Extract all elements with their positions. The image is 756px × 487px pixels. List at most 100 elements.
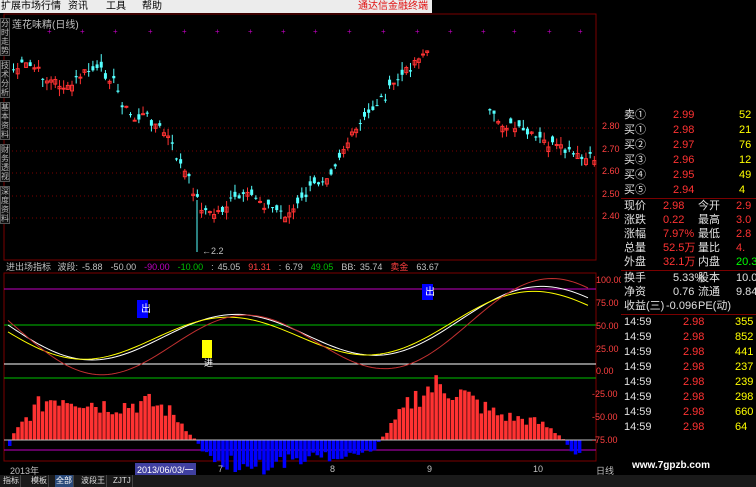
candle-body bbox=[141, 113, 146, 116]
candle-body bbox=[308, 181, 312, 186]
top-marker: + bbox=[148, 27, 153, 36]
tab-template[interactable]: 模板 bbox=[30, 475, 49, 487]
candle-body bbox=[400, 69, 404, 75]
histogram-bar-up bbox=[491, 407, 496, 440]
histogram-bar-up bbox=[188, 434, 192, 440]
histogram-bar-down bbox=[254, 440, 258, 467]
order-book-price: 2.97 bbox=[673, 139, 695, 151]
side-tab-deep[interactable]: 深度资料 bbox=[0, 186, 10, 224]
histogram-bar-down bbox=[364, 440, 369, 451]
indicator-field-value: -90.00 bbox=[144, 262, 170, 272]
histogram-bar-up bbox=[397, 409, 401, 440]
histogram-bar-up bbox=[94, 406, 98, 440]
side-tab-intraday[interactable]: 分时走势 bbox=[0, 18, 10, 56]
indicator-field: 63.67 bbox=[416, 262, 443, 272]
top-marker: + bbox=[448, 27, 453, 36]
stats2-label: 净资 bbox=[624, 286, 646, 298]
candle-body bbox=[137, 114, 141, 120]
tab-zjtj[interactable]: ZJTJ bbox=[112, 475, 133, 487]
timeline-month-7: 7 bbox=[218, 464, 224, 474]
stats-label: 现价 bbox=[624, 200, 646, 212]
candle-body bbox=[91, 66, 95, 71]
tick-volume: 298 bbox=[735, 391, 754, 403]
candle-body bbox=[28, 62, 32, 67]
side-tab-technical[interactable]: 技术分析 bbox=[0, 60, 10, 98]
histogram-bar-up bbox=[61, 400, 65, 440]
histogram-bar-up bbox=[81, 408, 86, 440]
osc-tick-m50: -50.00 bbox=[592, 412, 618, 422]
indicator-field-value: 63.67 bbox=[416, 262, 439, 272]
candle-body bbox=[525, 128, 529, 135]
candle-body bbox=[275, 205, 279, 211]
indicator-field-value: 91.31 bbox=[248, 262, 271, 272]
histogram-bar-down bbox=[196, 440, 201, 444]
histogram-bar-down bbox=[311, 440, 315, 453]
stats2-row: 收益(三) -0.096 PE(动) bbox=[621, 299, 756, 314]
histogram-bar-up bbox=[557, 435, 561, 440]
histogram-bar-up bbox=[167, 405, 172, 440]
order-book-row[interactable]: 买③ 2.96 12 bbox=[621, 153, 756, 168]
candle-body bbox=[300, 192, 304, 198]
stats2-label: 流通 bbox=[698, 286, 720, 298]
side-tab-basic[interactable]: 基本资料 bbox=[0, 102, 10, 140]
candle-body bbox=[358, 123, 362, 125]
order-book-row[interactable]: 买⑤ 2.94 4 bbox=[621, 183, 756, 198]
order-book-row[interactable]: 买② 2.97 76 bbox=[621, 138, 756, 153]
top-marker: + bbox=[481, 27, 486, 36]
order-book-row[interactable]: 买① 2.98 21 bbox=[621, 123, 756, 138]
candle-body bbox=[174, 158, 178, 160]
bottom-tab-bar: 指标 模板 全部 波段王 ZJTJ bbox=[0, 475, 756, 487]
histogram-bar-up bbox=[49, 400, 53, 440]
top-marker: + bbox=[215, 27, 220, 36]
order-book-volume: 21 bbox=[739, 124, 752, 136]
histogram-bar-up bbox=[487, 410, 492, 440]
tick-row: 14:59 2.98 239 bbox=[621, 375, 756, 390]
osc-tick-100: 100.00 bbox=[596, 275, 624, 285]
candle-body bbox=[254, 197, 258, 199]
candle-body bbox=[563, 149, 567, 153]
indicator-field: BB: 35.74 bbox=[341, 262, 386, 272]
histogram-bar-up bbox=[163, 415, 168, 440]
histogram-bar-up bbox=[24, 417, 28, 440]
stats-value: 20.3 bbox=[736, 256, 756, 268]
stats2-row: 换手 5.33% 股本 10.0 bbox=[621, 271, 756, 286]
candle-body bbox=[421, 53, 425, 56]
histogram-bar-up bbox=[528, 417, 533, 440]
stats-row: 总量 52.5万 量比 4. bbox=[621, 241, 756, 256]
candle-body bbox=[321, 181, 325, 183]
stats-label: 涨幅 bbox=[624, 228, 646, 240]
histogram-bar-down bbox=[307, 440, 311, 457]
timeline-month-8: 8 bbox=[330, 464, 336, 474]
order-book-row[interactable]: 买④ 2.95 49 bbox=[621, 168, 756, 183]
tab-indicator[interactable]: 指标 bbox=[2, 475, 21, 487]
histogram-bar-down bbox=[348, 440, 352, 453]
order-book-row[interactable]: 卖① 2.99 52 bbox=[621, 108, 756, 123]
tab-all[interactable]: 全部 bbox=[55, 475, 74, 487]
candle-body bbox=[116, 90, 120, 92]
side-tab-finance[interactable]: 财务透视 bbox=[0, 144, 10, 182]
histogram-bar-up bbox=[471, 395, 475, 440]
tick-time: 14:59 bbox=[624, 391, 652, 403]
tick-volume: 355 bbox=[735, 316, 754, 328]
histogram-bar-down bbox=[319, 440, 324, 458]
candle-body bbox=[317, 182, 321, 185]
tick-volume: 64 bbox=[735, 421, 748, 433]
stats-value: 2.9 bbox=[736, 200, 752, 212]
order-book-label: 卖① bbox=[624, 109, 646, 121]
top-marker: + bbox=[80, 27, 85, 36]
histogram-bar-up bbox=[126, 408, 131, 440]
candle-body bbox=[216, 210, 221, 213]
candle-body bbox=[367, 109, 371, 113]
histogram-bar-up bbox=[151, 406, 155, 440]
histogram-bar-up bbox=[180, 423, 184, 440]
histogram-bar-up bbox=[90, 402, 94, 440]
buy-marker bbox=[202, 340, 212, 358]
indicator-field-label: BB: bbox=[341, 262, 356, 272]
histogram-bar-up bbox=[40, 411, 45, 440]
histogram-bar-down bbox=[270, 440, 274, 468]
histogram-bar-up bbox=[454, 396, 459, 440]
chart-canvas[interactable]: + + + + + + + + + + + + + + + + +出进出 bbox=[0, 0, 621, 475]
price-tick-240: 2.40 bbox=[602, 211, 620, 221]
histogram-bar-up bbox=[159, 404, 164, 440]
tab-boduanwang[interactable]: 波段王 bbox=[80, 475, 107, 487]
